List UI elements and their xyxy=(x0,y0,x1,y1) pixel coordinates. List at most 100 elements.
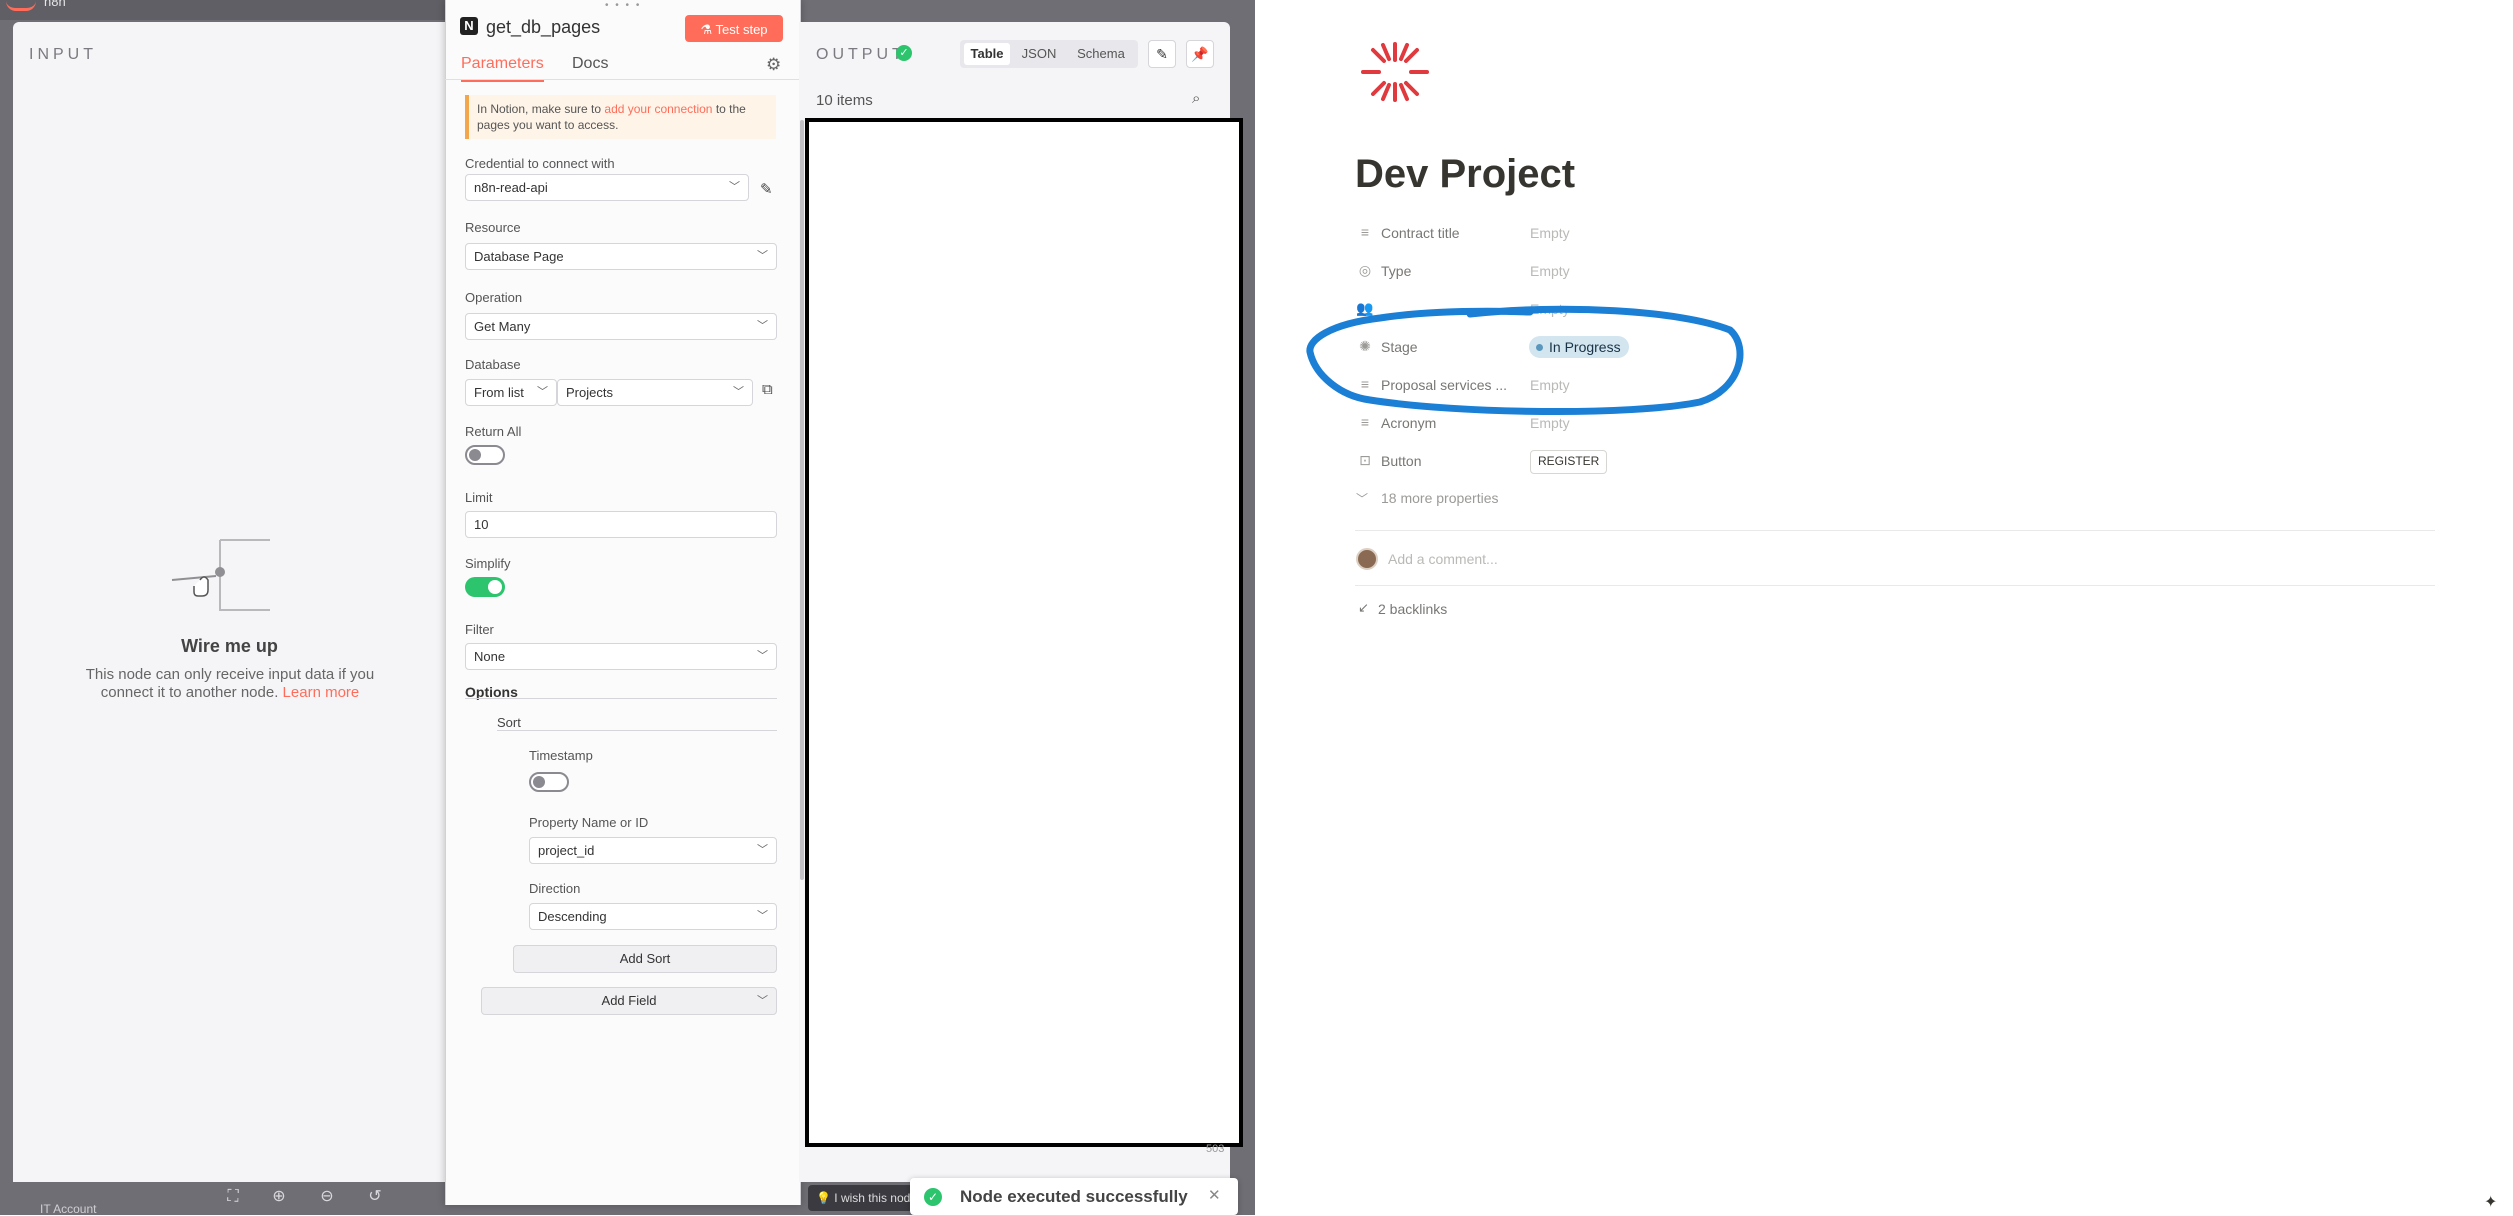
status-icon: ✺ xyxy=(1359,338,1371,354)
property-name[interactable]: Acronym xyxy=(1381,415,1436,431)
property-name[interactable]: Stage xyxy=(1381,339,1418,355)
toggle-knob xyxy=(469,449,481,461)
chevron-down-icon: ﹀ xyxy=(537,386,548,398)
wire-me-up-title: Wire me up xyxy=(181,636,278,656)
property-name[interactable]: Type xyxy=(1381,263,1411,279)
direction-value: Descending xyxy=(538,909,607,924)
status-dot-icon xyxy=(1536,344,1543,351)
property-value[interactable]: Empty xyxy=(1530,225,1570,241)
property-value[interactable]: Empty xyxy=(1530,301,1570,317)
credential-value: n8n-read-api xyxy=(474,180,548,195)
property-name[interactable]: Contract title xyxy=(1381,225,1460,241)
property-value[interactable]: Empty xyxy=(1530,263,1570,279)
feedback-toast[interactable]: 💡 I wish this node xyxy=(808,1185,918,1211)
page-title[interactable]: Dev Project xyxy=(1355,152,1575,197)
output-scroll-value: 503 xyxy=(1206,1143,1225,1155)
property-name-value: project_id xyxy=(538,843,595,858)
edit-output-button[interactable]: ✎ xyxy=(1148,40,1176,68)
database-mode-select[interactable]: From list ﹀ xyxy=(465,379,557,406)
output-panel-label: OUTPUT xyxy=(816,46,906,63)
operation-value: Get Many xyxy=(474,319,531,334)
open-external-icon[interactable]: ⧉ xyxy=(762,381,773,398)
panel-scrollbar[interactable] xyxy=(800,120,804,880)
account-label[interactable]: IT Account xyxy=(40,1202,96,1216)
backlink-arrow-icon: ↙ xyxy=(1358,600,1369,615)
property-name-label: Property Name or ID xyxy=(529,815,649,830)
database-mode-value: From list xyxy=(474,385,524,400)
filter-select[interactable]: None ﹀ xyxy=(465,643,777,670)
sort-label: Sort xyxy=(497,715,521,730)
tab-parameters[interactable]: Parameters xyxy=(461,55,544,82)
test-step-button[interactable]: ⚗ Test step xyxy=(685,15,783,42)
toggle-knob xyxy=(533,776,545,788)
property-name-select[interactable]: project_id ﹀ xyxy=(529,837,777,864)
tab-docs[interactable]: Docs xyxy=(572,55,608,73)
lightbulb-icon: 💡 xyxy=(816,1191,835,1205)
wire-me-up-text: This node can only receive input data if… xyxy=(70,666,390,702)
divider xyxy=(1355,585,2435,586)
page-sparkle-icon[interactable] xyxy=(1355,38,1435,108)
drag-handle-icon[interactable]: • • • • xyxy=(605,0,641,11)
items-count: 10 items xyxy=(816,92,873,109)
direction-select[interactable]: Descending ﹀ xyxy=(529,903,777,930)
gear-icon[interactable]: ⚙ xyxy=(766,55,781,75)
edit-credential-icon[interactable]: ✎ xyxy=(760,180,773,198)
database-select[interactable]: Projects ﹀ xyxy=(557,379,753,406)
timestamp-toggle[interactable] xyxy=(529,772,569,792)
limit-value: 10 xyxy=(474,517,489,532)
property-name[interactable]: Button xyxy=(1381,453,1421,469)
learn-more-link[interactable]: Learn more xyxy=(283,684,360,701)
people-icon: 👥 xyxy=(1356,300,1374,316)
text-icon: ≡ xyxy=(1360,224,1370,240)
simplify-toggle[interactable] xyxy=(465,577,505,597)
chevron-down-icon: ﹀ xyxy=(757,250,768,262)
options-divider xyxy=(465,698,777,699)
timestamp-label: Timestamp xyxy=(529,748,593,763)
output-table-area xyxy=(805,118,1243,1147)
notion-logo-icon: N xyxy=(460,17,478,35)
credential-label: Credential to connect with xyxy=(465,156,615,171)
filter-value: None xyxy=(474,649,506,664)
add-sort-button[interactable]: Add Sort xyxy=(513,945,777,973)
view-table-button[interactable]: Table xyxy=(964,43,1010,65)
feedback-text: I wish this node xyxy=(834,1191,917,1205)
chevron-down-icon: ﹀ xyxy=(729,181,740,193)
chevron-down-icon: ﹀ xyxy=(757,320,768,332)
backlinks-link[interactable]: 2 backlinks xyxy=(1378,601,1447,617)
chevron-down-icon: ﹀ xyxy=(757,995,768,1007)
property-name[interactable]: Proposal services ... xyxy=(1381,377,1507,393)
resource-label: Resource xyxy=(465,220,521,235)
zoom-out-icon[interactable]: ⊖ xyxy=(316,1186,338,1208)
chevron-down-icon: ﹀ xyxy=(757,910,768,922)
database-value: Projects xyxy=(566,385,613,400)
view-json-button[interactable]: JSON xyxy=(1016,43,1062,65)
ai-sparkle-icon[interactable]: ✦ xyxy=(2484,1192,2497,1212)
credential-select[interactable]: n8n-read-api ﹀ xyxy=(465,174,749,201)
resource-select[interactable]: Database Page ﹀ xyxy=(465,243,777,270)
add-field-button[interactable]: Add Field ﹀ xyxy=(481,987,777,1015)
undo-icon[interactable]: ↺ xyxy=(364,1186,386,1208)
return-all-toggle[interactable] xyxy=(465,445,505,465)
operation-select[interactable]: Get Many ﹀ xyxy=(465,313,777,340)
chevron-down-icon: ﹀ xyxy=(1356,492,1369,506)
pin-data-button[interactable]: 📌 xyxy=(1186,40,1214,68)
limit-input[interactable]: 10 xyxy=(465,511,777,538)
zoom-in-icon[interactable]: ⊕ xyxy=(268,1186,290,1208)
status-badge[interactable]: In Progress xyxy=(1529,336,1629,358)
chevron-down-icon: ﹀ xyxy=(757,650,768,662)
register-button[interactable]: REGISTER xyxy=(1530,450,1608,474)
fit-view-icon[interactable]: ⛶ xyxy=(222,1186,244,1208)
comment-input[interactable]: Add a comment... xyxy=(1388,551,1498,567)
view-schema-button[interactable]: Schema xyxy=(1068,43,1134,65)
close-icon[interactable]: ✕ xyxy=(1208,1186,1221,1204)
n8n-logo-icon xyxy=(6,0,36,11)
return-all-label: Return All xyxy=(465,424,522,439)
property-value[interactable]: Empty xyxy=(1530,377,1570,393)
search-icon[interactable]: ⌕ xyxy=(1192,90,1200,107)
notion-connection-notice: In Notion, make sure to add your connect… xyxy=(465,95,776,139)
add-connection-link[interactable]: add your connection xyxy=(604,102,712,116)
select-icon: ◎ xyxy=(1358,262,1372,278)
more-properties-toggle[interactable]: 18 more properties xyxy=(1381,490,1499,506)
node-title[interactable]: get_db_pages xyxy=(486,17,600,38)
property-value[interactable]: Empty xyxy=(1530,415,1570,431)
